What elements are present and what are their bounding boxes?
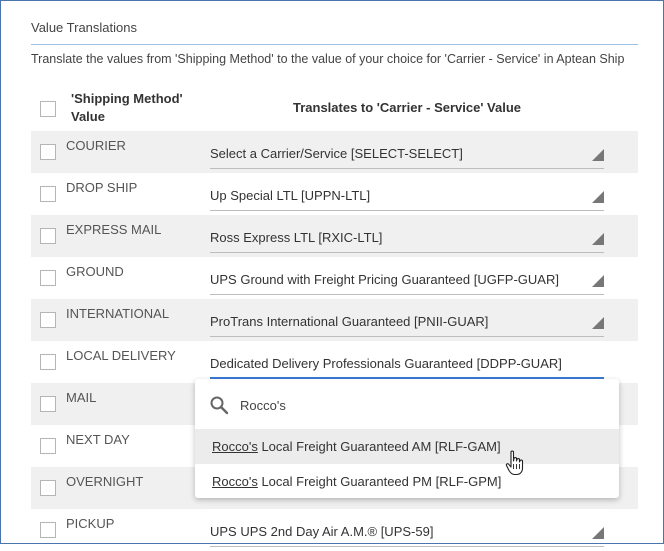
row-checkbox[interactable] <box>40 312 56 328</box>
carrier-service-select[interactable]: UPS UPS 2nd Day Air A.M.® [UPS-59] <box>210 517 604 547</box>
row-checkbox[interactable] <box>40 186 56 202</box>
row-checkbox[interactable] <box>40 228 56 244</box>
row-checkbox[interactable] <box>40 144 56 160</box>
dropdown-search[interactable]: Rocco's <box>195 379 619 427</box>
shipping-method-value: COURIER <box>66 138 126 153</box>
carrier-service-selected: Ross Express LTL [RXIC-LTL] <box>210 230 383 245</box>
table-row: DROP SHIP Up Special LTL [UPPN-LTL] <box>31 173 638 215</box>
triangle-down-icon <box>592 317 604 329</box>
option-match-text: Rocco's <box>212 439 258 454</box>
carrier-service-selected: UPS Ground with Freight Pricing Guarante… <box>210 272 559 287</box>
carrier-service-dropdown: Rocco's Rocco's Local Freight Guaranteed… <box>195 379 619 498</box>
select-all-checkbox[interactable] <box>40 101 56 117</box>
carrier-service-select-active[interactable]: Dedicated Delivery Professionals Guarant… <box>210 349 604 379</box>
row-checkbox[interactable] <box>40 438 56 454</box>
triangle-down-icon <box>592 149 604 161</box>
row-checkbox[interactable] <box>40 480 56 496</box>
option-match-text: Rocco's <box>212 474 258 489</box>
shipping-method-value: EXPRESS MAIL <box>66 222 162 237</box>
shipping-method-value: NEXT DAY <box>66 432 130 447</box>
carrier-service-selected: Select a Carrier/Service [SELECT-SELECT] <box>210 146 463 161</box>
carrier-service-select[interactable]: Select a Carrier/Service [SELECT-SELECT] <box>210 139 604 169</box>
carrier-service-select[interactable]: ProTrans International Guaranteed [PNII-… <box>210 307 604 337</box>
carrier-service-select[interactable]: UPS Ground with Freight Pricing Guarante… <box>210 265 604 295</box>
dropdown-option[interactable]: Rocco's Local Freight Guaranteed PM [RLF… <box>195 464 619 499</box>
table-row: LOCAL DELIVERY Dedicated Delivery Profes… <box>31 341 638 383</box>
carrier-service-selected: UPS UPS 2nd Day Air A.M.® [UPS-59] <box>210 524 434 539</box>
table-row: EXPRESS MAIL Ross Express LTL [RXIC-LTL] <box>31 215 638 257</box>
carrier-service-selected: Up Special LTL [UPPN-LTL] <box>210 188 371 203</box>
table-row: PICKUP UPS UPS 2nd Day Air A.M.® [UPS-59… <box>31 509 638 551</box>
triangle-down-icon <box>592 233 604 245</box>
dropdown-search-input[interactable]: Rocco's <box>240 398 286 413</box>
row-checkbox[interactable] <box>40 396 56 412</box>
row-checkbox[interactable] <box>40 354 56 370</box>
column-header-carrier-service: Translates to 'Carrier - Service' Value <box>292 100 522 115</box>
option-rest-text: Local Freight Guaranteed AM [RLF-GAM] <box>257 439 501 454</box>
triangle-down-icon <box>592 527 604 539</box>
triangle-down-icon <box>592 275 604 287</box>
triangle-down-icon <box>592 191 604 203</box>
shipping-method-value: LOCAL DELIVERY <box>66 348 176 363</box>
column-header-shipping-method: 'Shipping Method' Value <box>71 91 183 124</box>
row-checkbox[interactable] <box>40 522 56 538</box>
table-row: COURIER Select a Carrier/Service [SELECT… <box>31 131 638 173</box>
shipping-method-value: GROUND <box>66 264 124 279</box>
row-checkbox[interactable] <box>40 270 56 286</box>
carrier-service-select[interactable]: Ross Express LTL [RXIC-LTL] <box>210 223 604 253</box>
table-row: GROUND UPS Ground with Freight Pricing G… <box>31 257 638 299</box>
section-title: Value Translations <box>31 20 638 45</box>
hand-pointer-icon <box>505 450 524 476</box>
shipping-method-value: PICKUP <box>66 516 115 531</box>
carrier-service-selected: Dedicated Delivery Professionals Guarant… <box>210 356 562 371</box>
shipping-method-value: OVERNIGHT <box>66 474 144 489</box>
carrier-service-selected: ProTrans International Guaranteed [PNII-… <box>210 314 489 329</box>
shipping-method-value: DROP SHIP <box>66 180 138 195</box>
shipping-method-value: MAIL <box>66 390 97 405</box>
shipping-method-value: INTERNATIONAL <box>66 306 170 321</box>
option-rest-text: Local Freight Guaranteed PM [RLF-GPM] <box>257 474 502 489</box>
search-icon <box>210 396 229 415</box>
carrier-service-select[interactable]: Up Special LTL [UPPN-LTL] <box>210 181 604 211</box>
dropdown-option[interactable]: Rocco's Local Freight Guaranteed AM [RLF… <box>195 429 619 464</box>
section-description: Translate the values from 'Shipping Meth… <box>31 52 625 66</box>
table-row: INTERNATIONAL ProTrans International Gua… <box>31 299 638 341</box>
